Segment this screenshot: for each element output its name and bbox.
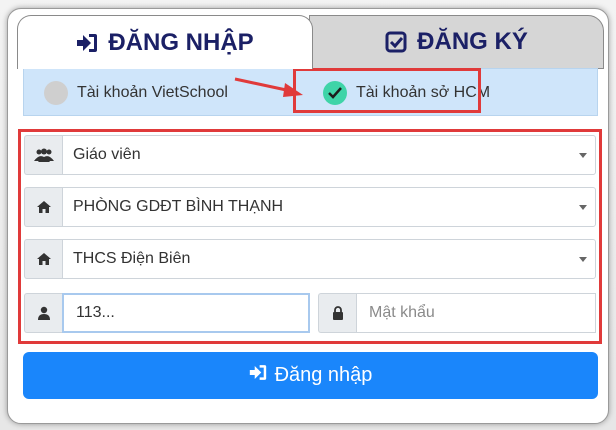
tab-register[interactable]: ĐĂNG KÝ	[309, 15, 604, 69]
login-button-label: Đăng nhập	[274, 364, 373, 386]
account-type-bar: Tài khoản VietSchool Tài khoản sở HCM	[23, 68, 598, 116]
password-input[interactable]: Mật khẩu	[356, 293, 596, 333]
password-input-placeholder: Mật khẩu	[369, 304, 435, 321]
arrow-annotation-icon	[234, 77, 303, 97]
lock-icon	[318, 293, 356, 333]
department-select[interactable]: PHÒNG GDĐT BÌNH THẠNH	[62, 187, 596, 227]
account-option-vietschool[interactable]: Tài khoản VietSchool	[44, 69, 228, 117]
sign-in-icon	[249, 364, 267, 387]
username-group: 113...	[24, 293, 310, 333]
tab-login[interactable]: ĐĂNG NHẬP	[17, 15, 313, 69]
login-button[interactable]: Đăng nhập	[23, 352, 598, 399]
radio-checked-icon[interactable]	[323, 81, 347, 105]
chevron-down-icon	[579, 205, 587, 210]
check-square-icon	[385, 31, 407, 53]
school-select-group: THCS Điện Biên	[24, 239, 596, 279]
radio-unchecked-icon[interactable]	[44, 81, 68, 105]
password-group: Mật khẩu	[318, 293, 596, 333]
username-input-value: 113...	[76, 304, 115, 321]
chevron-down-icon	[579, 257, 587, 262]
sign-in-icon	[76, 33, 98, 53]
role-select-value: Giáo viên	[73, 146, 141, 163]
school-select[interactable]: THCS Điện Biên	[62, 239, 596, 279]
chevron-down-icon	[579, 153, 587, 158]
school-select-value: THCS Điện Biên	[73, 250, 191, 267]
user-icon	[24, 293, 62, 333]
role-select-group: Giáo viên	[24, 135, 596, 175]
login-modal: ĐĂNG NHẬP ĐĂNG KÝ Tài khoản VietSchool T…	[7, 8, 609, 424]
account-option-label: Tài khoản VietSchool	[77, 84, 228, 101]
username-input[interactable]: 113...	[62, 293, 310, 333]
account-option-label: Tài khoản sở HCM	[356, 84, 491, 101]
department-select-group: PHÒNG GDĐT BÌNH THẠNH	[24, 187, 596, 227]
department-select-value: PHÒNG GDĐT BÌNH THẠNH	[73, 198, 284, 215]
account-option-hcm[interactable]: Tài khoản sở HCM	[323, 69, 490, 117]
tab-register-label: ĐĂNG KÝ	[417, 28, 528, 55]
role-select[interactable]: Giáo viên	[62, 135, 596, 175]
home-icon	[24, 187, 62, 227]
users-icon	[24, 135, 62, 175]
home-icon	[24, 239, 62, 279]
tab-login-label: ĐĂNG NHẬP	[108, 28, 254, 56]
